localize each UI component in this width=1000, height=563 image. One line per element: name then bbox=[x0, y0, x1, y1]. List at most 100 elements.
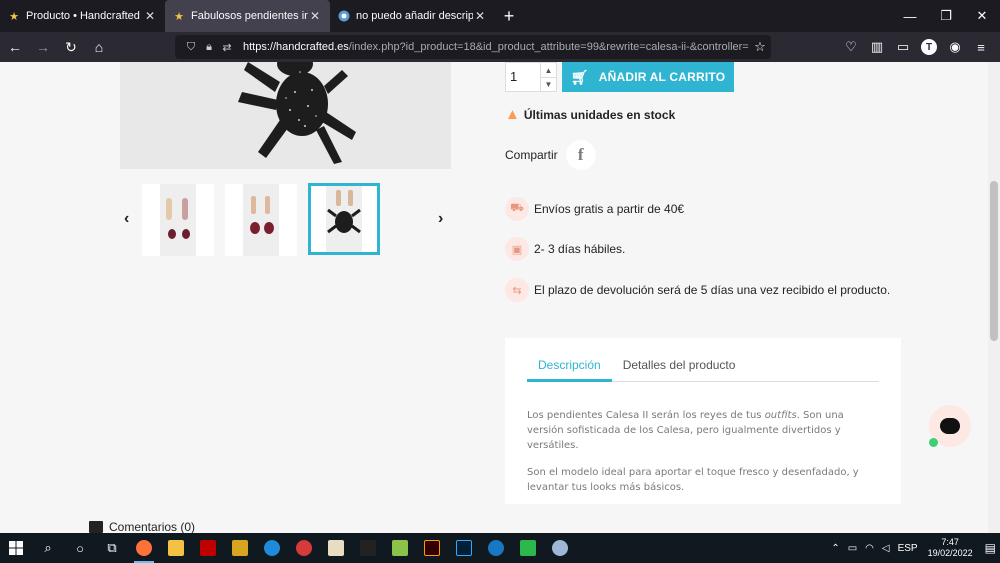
thumbnail-photo bbox=[326, 186, 362, 252]
home-icon[interactable]: ⌂ bbox=[86, 34, 112, 60]
thumbnail-carousel: ‹ › bbox=[120, 182, 451, 258]
page-scrollbar[interactable] bbox=[988, 62, 1000, 533]
return-icon: ⇆ bbox=[505, 278, 529, 302]
tab-description[interactable]: Descripción bbox=[527, 356, 612, 382]
illustrator-icon[interactable] bbox=[416, 533, 448, 563]
window-controls: — ❐ ✕ bbox=[892, 0, 1000, 32]
cortana-icon[interactable]: ○ bbox=[64, 533, 96, 563]
close-icon[interactable]: ✕ bbox=[473, 9, 487, 23]
menu-icon[interactable]: ≡ bbox=[968, 34, 994, 60]
notifications-icon[interactable]: ▤ bbox=[985, 541, 996, 555]
photoshop-icon[interactable] bbox=[448, 533, 480, 563]
thumbnail-2[interactable] bbox=[225, 184, 297, 256]
url-text[interactable]: https://handcrafted.es/index.php?id_prod… bbox=[243, 41, 749, 53]
file-explorer-icon[interactable] bbox=[160, 533, 192, 563]
lock-icon[interactable]: 🔒︎ bbox=[201, 41, 217, 54]
tab-no-puedo[interactable]: no puedo añadir descripciones ✕ bbox=[330, 0, 495, 32]
scrollbar-thumb[interactable] bbox=[990, 181, 998, 341]
thumbnail-photo bbox=[160, 184, 196, 256]
windows-start-icon[interactable] bbox=[0, 533, 32, 563]
tabs-header: Descripción Detalles del producto bbox=[527, 356, 879, 382]
share-label: Compartir bbox=[505, 148, 558, 162]
app-red-icon[interactable] bbox=[288, 533, 320, 563]
extension-icon[interactable]: ◉ bbox=[942, 34, 968, 60]
comments-heading[interactable]: Comentarios (0) bbox=[89, 520, 195, 533]
chevron-left-icon[interactable]: ‹ bbox=[124, 210, 129, 228]
quantity-spin: ▲ ▼ bbox=[540, 63, 556, 91]
quantity-input[interactable]: 1 bbox=[510, 69, 517, 84]
close-window-icon[interactable]: ✕ bbox=[964, 0, 1000, 32]
quantity-stepper[interactable]: 1 ▲ ▼ bbox=[505, 62, 557, 92]
profile-avatar[interactable]: T bbox=[921, 39, 937, 55]
truck-icon: ⛟ bbox=[505, 197, 529, 221]
address-bar[interactable]: ⛉ 🔒︎ ⇄ https://handcrafted.es/index.php?… bbox=[175, 35, 771, 59]
tab-fabulosos[interactable]: ★ Fabulosos pendientes inspiraci ✕ bbox=[165, 0, 330, 32]
bookmark-star-icon[interactable]: ☆ bbox=[749, 39, 771, 55]
tab-producto[interactable]: ★ Producto • Handcrafted ✕ bbox=[0, 0, 165, 32]
product-main-image[interactable] bbox=[120, 62, 451, 169]
filezilla-icon[interactable] bbox=[192, 533, 224, 563]
chat-bubble-icon bbox=[940, 418, 960, 434]
new-tab-button[interactable]: + bbox=[495, 0, 523, 32]
online-status-dot bbox=[929, 438, 938, 447]
minimize-icon[interactable]: — bbox=[892, 0, 928, 32]
share-row: Compartir f bbox=[505, 140, 596, 170]
earring-photo bbox=[160, 184, 196, 256]
inkscape-icon[interactable] bbox=[352, 533, 384, 563]
close-icon[interactable]: ✕ bbox=[143, 9, 157, 23]
tab-title: Producto • Handcrafted bbox=[26, 10, 140, 22]
chevron-right-icon[interactable]: › bbox=[438, 210, 443, 228]
tab-title: Fabulosos pendientes inspiraci bbox=[191, 10, 308, 22]
close-icon[interactable]: ✕ bbox=[308, 9, 322, 23]
chevron-up-icon[interactable]: ⌃ bbox=[831, 543, 839, 554]
sidebar-icon[interactable]: ▭ bbox=[890, 34, 916, 60]
chevron-up-icon[interactable]: ▲ bbox=[541, 63, 556, 77]
thumbnail-3-selected[interactable] bbox=[308, 183, 380, 255]
battery-icon[interactable]: ▭ bbox=[848, 543, 857, 554]
tab-product-details[interactable]: Detalles del producto bbox=[612, 356, 747, 382]
app-document-icon[interactable] bbox=[320, 533, 352, 563]
thumbnail-1[interactable] bbox=[142, 184, 214, 256]
language-indicator[interactable]: ESP bbox=[898, 543, 918, 554]
clock[interactable]: 7:47 19/02/2022 bbox=[928, 537, 973, 559]
forward-arrow-icon[interactable]: → bbox=[30, 34, 56, 60]
app-green-icon[interactable] bbox=[384, 533, 416, 563]
permissions-icon[interactable]: ⇄ bbox=[219, 41, 235, 54]
reassurance-text: Envíos gratis a partir de 40€ bbox=[534, 202, 685, 216]
cart-icon: 🛒︎ bbox=[570, 68, 589, 85]
stock-notice: ▲ Últimas unidades en stock bbox=[505, 106, 675, 123]
pocket-icon[interactable]: ♡ bbox=[838, 34, 864, 60]
earring-photo bbox=[243, 184, 279, 256]
facebook-icon[interactable]: f bbox=[565, 140, 596, 170]
info-app-icon[interactable] bbox=[480, 533, 512, 563]
star-icon: ★ bbox=[9, 10, 19, 23]
shield-icon[interactable]: ⛉ bbox=[183, 41, 199, 54]
network-icon[interactable]: ◠ bbox=[865, 543, 874, 554]
package-icon: ▣ bbox=[505, 237, 529, 261]
edge-icon[interactable] bbox=[256, 533, 288, 563]
paint-icon[interactable] bbox=[544, 533, 576, 563]
page-content: ‹ › 1 ▲ ▼ 🛒︎ AÑADIR AL CARRITO ▲ Últimas… bbox=[0, 62, 988, 533]
firefox-icon[interactable] bbox=[128, 533, 160, 563]
product-tabs: Descripción Detalles del producto Los pe… bbox=[505, 338, 901, 504]
reassurance-returns: ⇆ El plazo de devolución será de 5 días … bbox=[505, 278, 890, 302]
task-view-icon[interactable]: ⧉ bbox=[96, 533, 128, 563]
app-yellow-icon[interactable] bbox=[224, 533, 256, 563]
thumbnail-photo bbox=[243, 184, 279, 256]
reload-icon[interactable]: ↻ bbox=[58, 34, 84, 60]
reassurance-delivery: ▣ 2- 3 días hábiles. bbox=[505, 237, 625, 261]
volume-icon[interactable]: ◁ bbox=[882, 543, 890, 554]
comments-label: Comentarios (0) bbox=[109, 520, 196, 533]
windows-taskbar: ⌕ ○ ⧉ ⌃ ▭ ◠ ◁ ESP 7:47 19/02/2022 ▤ bbox=[0, 533, 1000, 563]
back-arrow-icon[interactable]: ← bbox=[2, 34, 28, 60]
restore-icon[interactable]: ❐ bbox=[928, 0, 964, 32]
search-icon[interactable]: ⌕ bbox=[32, 533, 64, 563]
stock-notice-text: Últimas unidades en stock bbox=[523, 107, 676, 122]
add-to-cart-button[interactable]: 🛒︎ AÑADIR AL CARRITO bbox=[562, 62, 734, 92]
app-green-phone-icon[interactable] bbox=[512, 533, 544, 563]
browser-nav-bar: ← → ↻ ⌂ ⛉ 🔒︎ ⇄ https://handcrafted.es/in… bbox=[0, 32, 1000, 62]
clock-time: 7:47 bbox=[941, 537, 959, 547]
spider-earring-photo bbox=[326, 186, 362, 252]
chevron-down-icon[interactable]: ▼ bbox=[541, 77, 556, 91]
library-icon[interactable]: ▥ bbox=[864, 34, 890, 60]
